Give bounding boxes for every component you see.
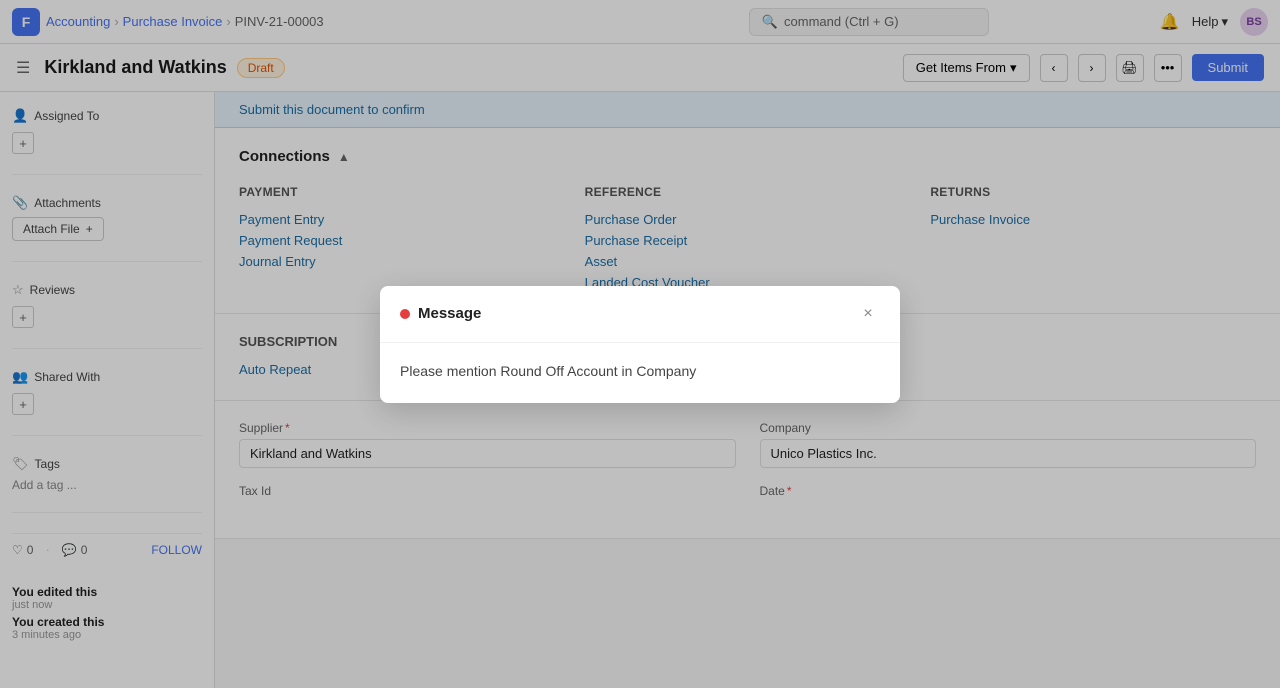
modal-title-row: Message [400,305,481,322]
modal-close-button[interactable]: × [856,302,880,326]
modal-header: Message × [380,286,900,343]
modal-overlay[interactable]: Message × Please mention Round Off Accou… [0,0,1280,688]
modal-title: Message [418,305,481,322]
modal: Message × Please mention Round Off Accou… [380,286,900,403]
modal-dot [400,309,410,319]
modal-message: Please mention Round Off Account in Comp… [400,363,880,379]
modal-body: Please mention Round Off Account in Comp… [380,343,900,403]
